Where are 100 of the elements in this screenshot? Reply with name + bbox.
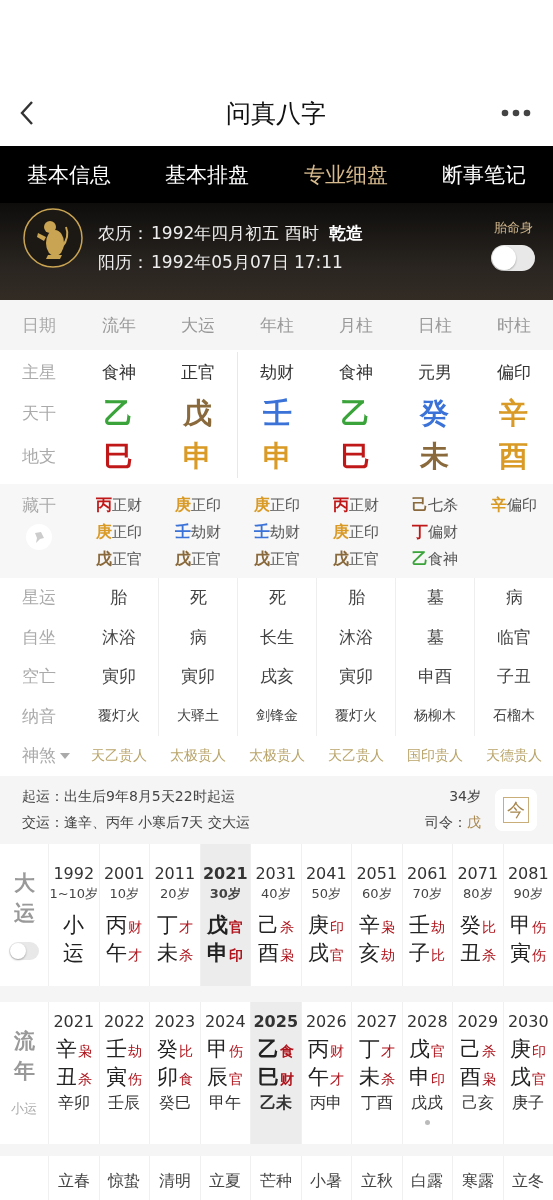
hidden-stem: 丙正财 (332, 494, 379, 516)
table-cell: 病 (189, 625, 207, 649)
branch-character: 寅 (106, 1063, 128, 1091)
year-column[interactable]: 2029 己 杀 酉枭 己亥 (452, 1001, 503, 1144)
stem-character: 小 (63, 911, 85, 939)
solar-term-tab[interactable]: 白露 (401, 1155, 452, 1200)
hidden-stem: 戊正官 (332, 548, 379, 570)
luck-period-column[interactable]: 2051 60岁 辛枭 亥劫 (351, 843, 402, 986)
tab[interactable]: 基本信息 (23, 160, 116, 189)
god-text: 杀 (481, 946, 496, 965)
year-column[interactable]: 2030 庚 印 戌官 庚子 (502, 1001, 553, 1144)
luck-period-column[interactable]: 2041 50岁 庚 印 戌官 (300, 843, 351, 986)
year-text: 2029 (457, 1011, 499, 1031)
table-cell: 申酉 (418, 665, 452, 689)
luck-period-column[interactable]: 1992 1~10岁 小 运 (48, 843, 99, 986)
toggle-label: 胎命身 (493, 218, 533, 237)
luck-period-column[interactable]: 2031 40岁 己 杀 酉枭 (250, 843, 301, 986)
back-icon[interactable] (20, 100, 34, 126)
tab[interactable]: 专业细盘 (299, 160, 392, 189)
stem-character: 戊 (183, 394, 212, 432)
god-text: 官 (330, 946, 345, 965)
row-label: 主星 (21, 360, 57, 384)
stem-character: 己 (459, 1035, 481, 1063)
solar-term-tab[interactable]: 小暑 (300, 1155, 351, 1200)
minor-luck-text: 辛卯 (57, 1092, 90, 1114)
toggle-switch[interactable] (9, 941, 39, 960)
god-text: 伤 (532, 946, 547, 965)
row-label: 纳音 (21, 704, 57, 728)
god-text: 杀 (380, 1070, 395, 1089)
table-cell: 墓 (426, 586, 444, 610)
god-text: 食 (279, 1042, 294, 1061)
luck-period-column[interactable]: 2011 20岁 丁才 未杀 (149, 843, 200, 986)
god-text: 枭 (77, 1042, 92, 1061)
tab[interactable]: 断事笔记 (437, 160, 530, 189)
row-label: 神煞 (22, 744, 56, 768)
age-text: 50岁 (311, 884, 341, 903)
solar-term-tab[interactable]: 立夏 (199, 1155, 250, 1200)
solar-term-tab[interactable]: 立秋 (351, 1155, 402, 1200)
solar-term-tab[interactable]: 芒种 (250, 1155, 301, 1200)
year-column[interactable]: 2025 乙 食 巳财 乙未 (250, 1001, 301, 1144)
more-icon[interactable] (501, 109, 531, 117)
year-column[interactable]: 2027 丁才 未杀 丁酉 (351, 1001, 402, 1144)
branch-character: 巳 (341, 437, 370, 475)
year-column[interactable]: 2026 丙 财 午才 丙申 (300, 1001, 351, 1144)
branch-character: 酉 (499, 437, 528, 475)
minor-luck-text: 己亥 (461, 1092, 494, 1114)
god-text: 财 (279, 1070, 294, 1089)
stem-character: 癸 (420, 394, 449, 432)
branch-character: 亥 (358, 939, 380, 967)
age-text: 90岁 (513, 884, 543, 903)
column-header: 日柱 (416, 313, 453, 337)
solar-term-tab[interactable]: 清明 (149, 1155, 200, 1200)
solar-term-tab[interactable]: 惊蛰 (98, 1155, 149, 1200)
minor-luck-text: 丙申 (310, 1092, 343, 1114)
year-text: 2027 (356, 1011, 398, 1031)
branch-character: 午 (308, 1063, 330, 1091)
solar-term-tab[interactable]: 立春 (48, 1155, 99, 1200)
luck-period-column[interactable]: 2071 80岁 癸 比 丑杀 (452, 843, 503, 986)
table-cell: 寅卯 (181, 665, 215, 689)
stem-character: 丁 (156, 911, 178, 939)
god-text: 印 (330, 918, 345, 937)
god-text: 伤 (128, 1070, 143, 1089)
toggle-switch[interactable] (491, 244, 535, 271)
year-text: 2001 (103, 863, 145, 883)
stem-character: 乙 (257, 1035, 279, 1063)
stem-character: 壬 (106, 1035, 128, 1063)
year-column[interactable]: 2022 壬劫 寅伤 壬辰 (98, 1001, 149, 1144)
year-text: 2030 (507, 1011, 549, 1031)
stem-character: 癸 (156, 1035, 178, 1063)
luck-period-column[interactable]: 2001 10岁 丙 财 午才 (98, 843, 149, 986)
stem-character: 壬 (262, 394, 292, 432)
year-column[interactable]: 2021 辛枭 丑杀 辛卯 (48, 1001, 99, 1144)
branch-character: 丑 (459, 939, 481, 967)
solar-date: 1992年05月07日 17:11 (151, 250, 343, 274)
today-button[interactable]: 今 (495, 788, 537, 831)
tab[interactable]: 基本排盘 (161, 160, 254, 189)
year-text: 2071 (457, 863, 499, 883)
god-text: 才 (128, 946, 143, 965)
luck-period-column[interactable]: 2061 70岁 壬劫 子 比 (401, 843, 452, 986)
stem-character: 辛 (55, 1035, 77, 1063)
age-text: 40岁 (260, 884, 291, 903)
branch-character: 卯 (156, 1063, 178, 1091)
table-cell: 正官 (180, 360, 215, 384)
stem-character: 辛 (358, 911, 380, 939)
solar-term-tab[interactable]: 寒露 (452, 1155, 503, 1200)
god-text: 印 (532, 1042, 547, 1061)
god-text: 杀 (481, 1042, 496, 1061)
table-cell: 沐浴 (101, 625, 136, 649)
branch-character: 申 (262, 437, 292, 475)
branch-character: 子 (409, 939, 431, 967)
hidden-stem: 乙食神 (411, 548, 458, 570)
solar-term-tab[interactable]: 立冬 (502, 1155, 553, 1200)
year-text: 2025 (253, 1011, 298, 1031)
luck-period-column[interactable]: 2081 90岁 甲 伤 寅伤 (502, 843, 553, 986)
god-text: 印 (229, 946, 244, 965)
year-column[interactable]: 2023 癸 比 卯 食 癸巳 (149, 1001, 200, 1144)
branch-character: 运 (63, 939, 85, 967)
minor-luck-text: 壬辰 (108, 1092, 141, 1114)
luck-period-column[interactable]: 2021 30岁 戊官 申 印 (199, 843, 250, 986)
year-column[interactable]: 2028 戊官 申 印 戊戌 (401, 1001, 452, 1144)
